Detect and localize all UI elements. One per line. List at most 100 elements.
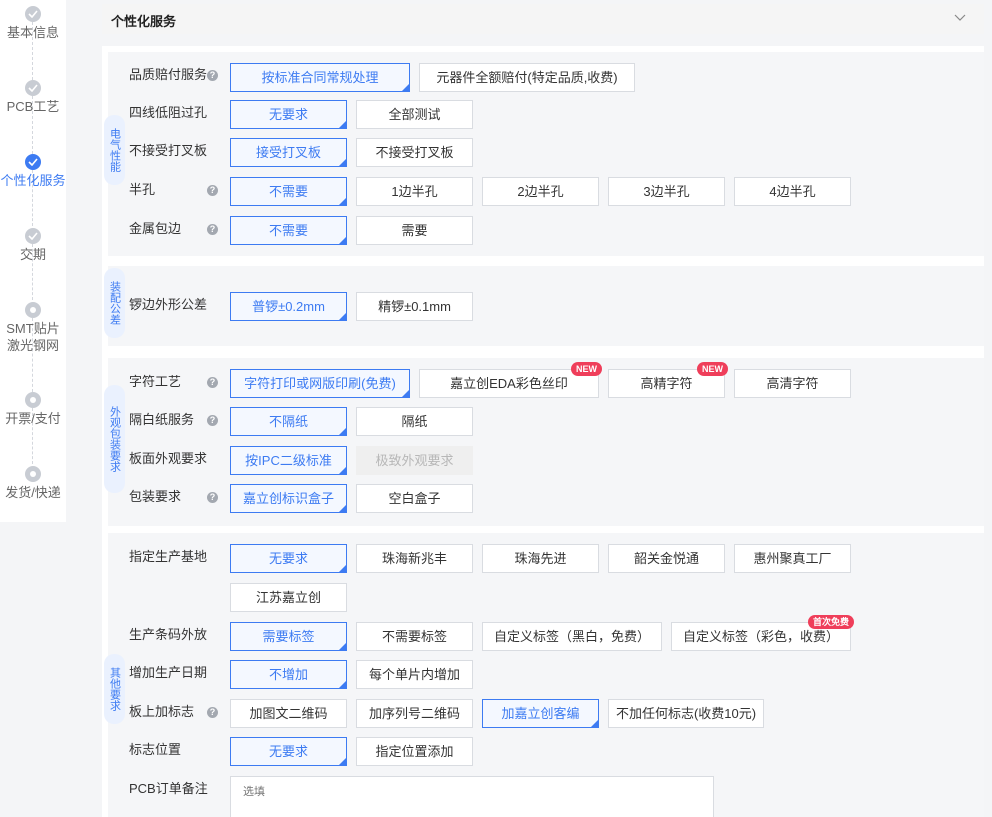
help-icon[interactable]: ? [207, 224, 218, 235]
option-markpos-specify[interactable]: 指定位置添加 [356, 737, 473, 766]
step-label: 交期 [19, 247, 46, 262]
row-label-tolerance: 锣边外形公差 [129, 297, 208, 312]
option-paper-none[interactable]: 不隔纸 [230, 407, 347, 436]
group-tag-electrical: 电气性能 [104, 115, 125, 185]
option-mark-serial-qr[interactable]: 加序列号二维码 [356, 699, 473, 728]
option-base-sgjyt[interactable]: 韶关金悦通 [608, 544, 725, 573]
row-label-date: 增加生产日期 [129, 665, 208, 680]
step-smt-stencil[interactable]: SMT贴片 激光钢网 [0, 302, 66, 354]
option-mark-customer-code[interactable]: 加嘉立创客编 [482, 699, 599, 728]
option-barcode-custom-bw[interactable]: 自定义标签（黑白，免费） [482, 622, 662, 651]
option-label: 嘉立创EDA彩色丝印 [450, 376, 568, 391]
option-silk-highprecision[interactable]: 高精字符 NEW [608, 362, 728, 398]
option-label: 高精字符 [640, 376, 693, 391]
row-label-edge: 金属包边 [129, 221, 182, 236]
option-markpos-none[interactable]: 无要求 [230, 737, 347, 766]
help-icon[interactable]: ? [207, 707, 218, 718]
help-icon[interactable]: ? [207, 185, 218, 196]
option-cross-reject[interactable]: 不接受打叉板 [356, 138, 473, 167]
step-label: PCB工艺 [6, 99, 60, 114]
check-icon [25, 154, 41, 170]
option-halfhole-1[interactable]: 1边半孔 [356, 177, 473, 206]
step-pcb-process[interactable]: PCB工艺 [0, 80, 66, 116]
step-personalized-service[interactable]: 个性化服务 [0, 154, 66, 190]
step-delivery-time[interactable]: 交期 [0, 228, 66, 264]
step-label: SMT贴片 激光钢网 [6, 321, 60, 353]
option-barcode-need[interactable]: 需要标签 [230, 622, 347, 651]
first-free-badge: 首次免费 [807, 615, 854, 629]
option-edge-none[interactable]: 不需要 [230, 216, 347, 245]
row-label-halfhole: 半孔 [129, 182, 156, 197]
option-packing-logo[interactable]: 嘉立创标识盒子 [230, 484, 347, 513]
row-label-silk: 字符工艺 [129, 374, 182, 389]
option-date-each[interactable]: 每个单片内增加 [356, 660, 473, 689]
row-label-quality: 品质赔付服务 [129, 67, 208, 82]
row-label-appearance: 板面外观要求 [129, 451, 208, 466]
option-label: 自定义标签（彩色，收费） [682, 629, 839, 644]
section-title: 个性化服务 [111, 14, 177, 29]
option-halfhole-none[interactable]: 不需要 [230, 177, 347, 206]
option-cross-accept[interactable]: 接受打叉板 [230, 138, 347, 167]
row-label-mark: 板上加标志 [129, 704, 195, 719]
option-base-zhxzf[interactable]: 珠海新兆丰 [356, 544, 473, 573]
option-base-hzjz[interactable]: 惠州聚真工厂 [734, 544, 851, 573]
option-base-none[interactable]: 无要求 [230, 544, 347, 573]
option-edge-need[interactable]: 需要 [356, 216, 473, 245]
step-label: 发货/快递 [5, 485, 61, 500]
row-label-cross: 不接受打叉板 [129, 143, 208, 158]
option-base-zhxj[interactable]: 珠海先进 [482, 544, 599, 573]
option-tolerance-precise[interactable]: 精锣±0.1mm [356, 292, 473, 321]
option-halfhole-4[interactable]: 4边半孔 [734, 177, 851, 206]
chevron-down-icon[interactable] [954, 14, 966, 22]
option-tolerance-normal[interactable]: 普锣±0.2mm [230, 292, 347, 321]
step-sidebar: 基本信息 PCB工艺 个性化服务 交期 SMT贴片 激光钢网 开票/支付 发货/… [0, 0, 66, 522]
step-label: 个性化服务 [0, 173, 66, 188]
step-label: 开票/支付 [5, 411, 61, 426]
option-paper-yes[interactable]: 隔纸 [356, 407, 473, 436]
help-icon[interactable]: ? [207, 492, 218, 503]
option-mark-none[interactable]: 不加任何标志(收费10元) [608, 699, 764, 728]
option-silk-color[interactable]: 嘉立创EDA彩色丝印 NEW [419, 362, 602, 398]
option-fourwire-all[interactable]: 全部测试 [356, 100, 473, 129]
circle-icon [25, 466, 41, 482]
row-label-packing: 包装要求 [129, 489, 182, 504]
row-label-paper: 隔白纸服务 [129, 412, 195, 427]
option-fourwire-none[interactable]: 无要求 [230, 100, 347, 129]
help-icon[interactable]: ? [207, 415, 218, 426]
help-icon[interactable]: ? [207, 70, 218, 81]
new-badge: NEW [571, 362, 602, 376]
row-label-base: 指定生产基地 [129, 549, 208, 564]
option-barcode-none[interactable]: 不需要标签 [356, 622, 473, 651]
check-icon [25, 6, 41, 22]
remark-input[interactable] [230, 776, 714, 817]
option-appearance-extreme: 极致外观要求 [356, 446, 473, 475]
step-basic-info[interactable]: 基本信息 [0, 6, 66, 42]
section-header[interactable]: 个性化服务 [102, 4, 984, 34]
row-label-markpos: 标志位置 [129, 742, 182, 757]
help-icon[interactable]: ? [207, 377, 218, 388]
step-label: 基本信息 [6, 25, 59, 40]
option-quality-standard[interactable]: 按标准合同常规处理 [230, 63, 410, 92]
option-date-none[interactable]: 不增加 [230, 660, 347, 689]
check-icon [25, 80, 41, 96]
option-appearance-ipc2[interactable]: 按IPC二级标准 [230, 446, 347, 475]
option-halfhole-3[interactable]: 3边半孔 [608, 177, 725, 206]
group-tag-other: 其他要求 [104, 654, 125, 724]
option-quality-full[interactable]: 元器件全额赔付(特定品质,收费) [419, 63, 635, 92]
new-badge: NEW [697, 362, 728, 376]
option-silk-hd[interactable]: 高清字符 [734, 369, 851, 398]
circle-icon [25, 392, 41, 408]
step-shipping[interactable]: 发货/快递 [0, 466, 66, 502]
group-tag-appearance: 外观包装要求 [104, 385, 125, 493]
row-label-remark: PCB订单备注 [129, 781, 208, 796]
group-tag-assembly: 装配公差 [104, 268, 125, 338]
step-invoice-payment[interactable]: 开票/支付 [0, 392, 66, 428]
option-packing-blank[interactable]: 空白盒子 [356, 484, 473, 513]
option-halfhole-2[interactable]: 2边半孔 [482, 177, 599, 206]
row-label-barcode: 生产条码外放 [129, 627, 208, 642]
circle-icon [25, 302, 41, 318]
option-barcode-custom-color[interactable]: 自定义标签（彩色，收费） 首次免费 [671, 615, 854, 651]
option-mark-qr[interactable]: 加图文二维码 [230, 699, 347, 728]
option-base-jsjlc[interactable]: 江苏嘉立创 [230, 583, 347, 612]
option-silk-print[interactable]: 字符打印或网版印刷(免费) [230, 369, 410, 398]
